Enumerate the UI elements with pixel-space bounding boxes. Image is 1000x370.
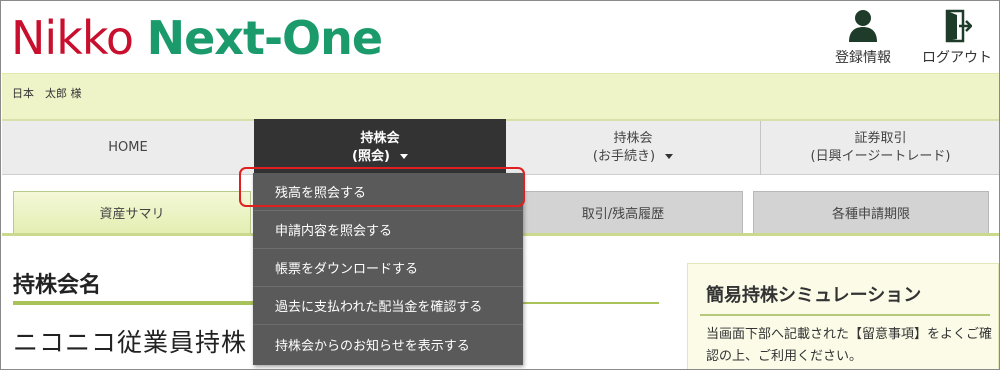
user-bar: 日本 太郎 様 bbox=[2, 73, 999, 119]
nav-holding-procedures-line2: (お手続き) bbox=[592, 149, 656, 164]
simulation-panel: 簡易持株シミュレーション 当画面下部へ記載された【留意事項】をよくご確認の上、ご… bbox=[687, 263, 999, 369]
section-title: 持株会名 bbox=[13, 273, 102, 298]
logo-text-next-one: Next-One bbox=[146, 11, 383, 65]
nav-securities-line2: (日興イージートレード) bbox=[810, 149, 951, 164]
nav-home-label: HOME bbox=[108, 140, 148, 155]
tab-transaction-history[interactable]: 取引/残高履歴 bbox=[503, 191, 743, 233]
nav-holding-inquiry-line1: 持株会 bbox=[360, 131, 400, 146]
simulation-notice: 当画面下部へ記載された【留意事項】をよくご確認の上、ご利用ください。 bbox=[706, 327, 993, 364]
nav-home[interactable]: HOME bbox=[2, 121, 254, 175]
section-divider-accent bbox=[13, 301, 253, 305]
tab-transaction-history-label: 取引/残高履歴 bbox=[581, 207, 665, 222]
register-info-label: 登録情報 bbox=[835, 50, 891, 66]
tab-application-deadlines-label: 各種申請期限 bbox=[831, 207, 910, 222]
tab-asset-summary[interactable]: 資産サマリ bbox=[13, 191, 251, 233]
company-name: ニコニコ従業員持株 bbox=[13, 328, 248, 357]
nav-securities-trading[interactable]: 証券取引 (日興イージートレード) bbox=[760, 121, 999, 175]
simulation-title: 簡易持株シミュレーション bbox=[706, 285, 922, 306]
logout-button[interactable]: ログアウト bbox=[911, 9, 999, 67]
register-info-button[interactable]: 登録情報 bbox=[823, 9, 903, 67]
logo-text-nikko: Nikko bbox=[11, 11, 147, 65]
nav-securities-line1: 証券取引 bbox=[854, 131, 907, 146]
menu-item-notices[interactable]: 持株会からのお知らせを表示する bbox=[253, 325, 523, 363]
nav-holding-inquiry-line2: (照会) bbox=[352, 149, 390, 164]
menu-item-view-applications[interactable]: 申請内容を照会する bbox=[253, 211, 523, 249]
menu-item-past-dividends[interactable]: 過去に支払われた配当金を確認する bbox=[253, 287, 523, 325]
user-icon bbox=[849, 10, 877, 42]
logout-label: ログアウト bbox=[922, 50, 992, 66]
chevron-down-icon bbox=[665, 154, 674, 159]
nav-holding-procedures-line1: 持株会 bbox=[613, 131, 653, 146]
logout-door-icon bbox=[945, 9, 972, 43]
nav-holding-procedures[interactable]: 持株会 (お手続き) bbox=[506, 121, 760, 175]
menu-item-download-reports[interactable]: 帳票をダウンロードする bbox=[253, 249, 523, 287]
tab-application-deadlines[interactable]: 各種申請期限 bbox=[753, 191, 989, 233]
chevron-down-icon bbox=[399, 154, 408, 159]
tab-asset-summary-label: 資産サマリ bbox=[99, 207, 165, 222]
simulation-divider bbox=[700, 314, 990, 316]
highlight-box bbox=[239, 167, 525, 207]
app-frame: Nikko Next-One 登録情報 ログアウト 日本 太郎 様 HOME 持… bbox=[0, 0, 1000, 370]
nikko-next-one-logo[interactable]: Nikko Next-One bbox=[11, 11, 383, 65]
user-name: 日本 太郎 様 bbox=[12, 87, 82, 100]
